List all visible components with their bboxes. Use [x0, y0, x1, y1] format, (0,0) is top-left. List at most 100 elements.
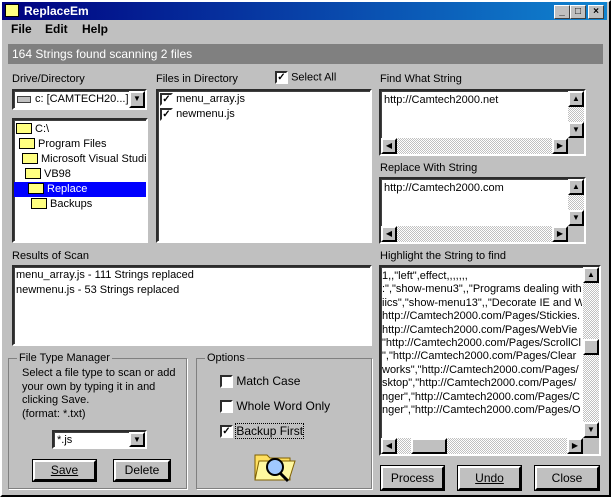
arrow-up-icon[interactable]: ▲: [568, 179, 584, 195]
whole-word-checkbox[interactable]: Whole Word Only: [220, 399, 330, 414]
drive-combo[interactable]: c: [CAMTECH20...] ▼: [12, 89, 147, 110]
folder-search-icon: [253, 443, 297, 485]
arrow-right-icon[interactable]: ▶: [552, 138, 568, 154]
highlight-line: nger","http://Camtech2000.com/Pages/C: [382, 390, 580, 403]
highlight-line: nger","http://Camtech2000.com/Pages/O: [382, 404, 581, 417]
scroll-corner: [568, 138, 584, 154]
arrow-up-icon[interactable]: ▲: [568, 91, 584, 107]
replace-input[interactable]: http://Camtech2000.com ▲ ▼ ◀ ▶: [379, 177, 586, 244]
scroll-corner: [583, 438, 599, 454]
files-list[interactable]: ✓ menu_array.js ✓ newmenu.js: [156, 89, 372, 243]
delete-label: Delete: [124, 463, 160, 477]
file-item-label: newmenu.js: [176, 108, 235, 120]
tree-item-label: Program Files: [38, 138, 107, 150]
folder-open-icon: [28, 183, 44, 194]
file-type-desc: (format: *.txt): [22, 407, 86, 420]
highlight-textbox[interactable]: 1,,"left",effect,,,,,,,:","show-menu3",,…: [379, 265, 601, 456]
replace-vscrollbar[interactable]: ▲ ▼: [568, 179, 584, 226]
folder-open-icon: [16, 123, 32, 134]
files-label: Files in Directory: [156, 73, 238, 85]
checkbox-icon: [220, 400, 233, 414]
tree-item-label: Microsoft Visual Studio: [41, 153, 148, 165]
menu-help[interactable]: Help: [82, 22, 108, 36]
arrow-right-icon[interactable]: ▶: [552, 226, 568, 242]
highlight-line: works","http://Camtech2000.com/Pages/: [382, 363, 579, 376]
menu-edit[interactable]: Edit: [45, 22, 68, 36]
app-icon: [5, 4, 19, 17]
file-type-combo[interactable]: *.js ▼: [52, 430, 147, 449]
highlight-hscrollbar[interactable]: ◀ ▶: [381, 438, 583, 454]
highlight-line: :","show-menu3",,"Programs dealing with …: [382, 283, 582, 296]
highlight-line: ","http://Camtech2000.com/Pages/Clear: [382, 350, 577, 363]
scroll-thumb[interactable]: [411, 438, 447, 454]
close-label: Close: [551, 471, 583, 485]
chevron-down-icon[interactable]: ▼: [129, 91, 145, 108]
tree-item[interactable]: Microsoft Visual Studio: [22, 152, 148, 167]
tree-item[interactable]: Backups: [31, 197, 92, 212]
find-value: http://Camtech2000.net: [384, 94, 499, 106]
status-bar: 164 Strings found scanning 2 files: [8, 44, 603, 64]
folder-open-icon: [19, 138, 35, 149]
highlight-line: iics","show-menu13",,"Decorate IE and W: [382, 296, 582, 309]
results-box[interactable]: menu_array.js - 111 Strings replaced new…: [12, 265, 372, 346]
tree-item[interactable]: VB98: [25, 167, 71, 182]
arrow-left-icon[interactable]: ◀: [381, 138, 397, 154]
file-type-title: File Type Manager: [17, 352, 112, 364]
arrow-down-icon[interactable]: ▼: [568, 210, 584, 226]
highlight-vscrollbar[interactable]: ▲ ▼: [583, 267, 599, 438]
select-all-label: Select All: [291, 71, 337, 84]
replace-label: Replace With String: [380, 162, 478, 174]
find-vscrollbar[interactable]: ▲ ▼: [568, 91, 584, 138]
check-icon[interactable]: ✓: [160, 107, 173, 121]
find-label: Find What String: [380, 73, 462, 85]
replace-value: http://Camtech2000.com: [384, 182, 504, 194]
maximize-button[interactable]: □: [570, 5, 586, 19]
close-button[interactable]: Close: [535, 466, 599, 490]
check-icon[interactable]: ✓: [160, 92, 173, 106]
tree-item[interactable]: C:\: [16, 122, 49, 137]
directory-tree[interactable]: C:\ Program Files Microsoft Visual Studi…: [12, 118, 148, 243]
checkbox-icon: [220, 375, 233, 389]
file-item[interactable]: ✓ newmenu.js: [160, 107, 235, 122]
tree-item[interactable]: Program Files: [19, 137, 106, 152]
scroll-thumb[interactable]: [583, 339, 599, 355]
highlight-text: 1,,"left",effect,,,,,,,:","show-menu3",,…: [382, 270, 582, 417]
highlight-label: Highlight the String to find: [380, 250, 506, 262]
find-hscrollbar[interactable]: ◀ ▶: [381, 138, 568, 154]
match-case-checkbox[interactable]: Match Case: [220, 374, 300, 389]
options-title: Options: [205, 352, 247, 364]
arrow-down-icon[interactable]: ▼: [583, 422, 599, 438]
chevron-down-icon[interactable]: ▼: [129, 432, 145, 447]
arrow-up-icon[interactable]: ▲: [583, 267, 599, 283]
select-all-checkbox[interactable]: ✓ Select All: [275, 71, 336, 84]
find-input[interactable]: http://Camtech2000.net ▲ ▼ ◀ ▶: [379, 89, 586, 156]
title-bar: ReplaceEm: [2, 2, 607, 20]
file-item[interactable]: ✓ menu_array.js: [160, 92, 245, 107]
file-type-group: File Type Manager Select a file type to …: [8, 352, 187, 489]
results-label: Results of Scan: [12, 250, 90, 262]
arrow-down-icon[interactable]: ▼: [568, 122, 584, 138]
folder-closed-icon: [31, 198, 47, 209]
drive-label: Drive/Directory: [12, 73, 85, 85]
file-type-desc: clicking Save.: [22, 394, 90, 406]
backup-first-label: Backup First: [235, 423, 305, 439]
tree-item-label: VB98: [44, 168, 71, 180]
arrow-right-icon[interactable]: ▶: [567, 438, 583, 454]
menu-file[interactable]: File: [11, 22, 32, 36]
process-button[interactable]: Process: [381, 466, 444, 490]
file-type-desc: Select a file type to scan or add: [22, 367, 176, 379]
undo-button[interactable]: Undo: [458, 466, 521, 490]
arrow-left-icon[interactable]: ◀: [381, 226, 397, 242]
scroll-corner: [568, 226, 584, 242]
replace-hscrollbar[interactable]: ◀ ▶: [381, 226, 568, 242]
close-window-button[interactable]: ×: [588, 5, 604, 19]
file-item-label: menu_array.js: [176, 93, 245, 105]
drive-icon: [17, 96, 31, 103]
tree-item-selected[interactable]: Replace: [14, 182, 146, 197]
minimize-button[interactable]: _: [554, 5, 570, 19]
delete-button[interactable]: Delete: [114, 460, 170, 481]
arrow-left-icon[interactable]: ◀: [381, 438, 397, 454]
drive-value: c: [CAMTECH20...]: [35, 93, 129, 105]
save-button[interactable]: Save: [33, 460, 96, 481]
backup-first-checkbox[interactable]: ✓ Backup First: [220, 423, 305, 439]
